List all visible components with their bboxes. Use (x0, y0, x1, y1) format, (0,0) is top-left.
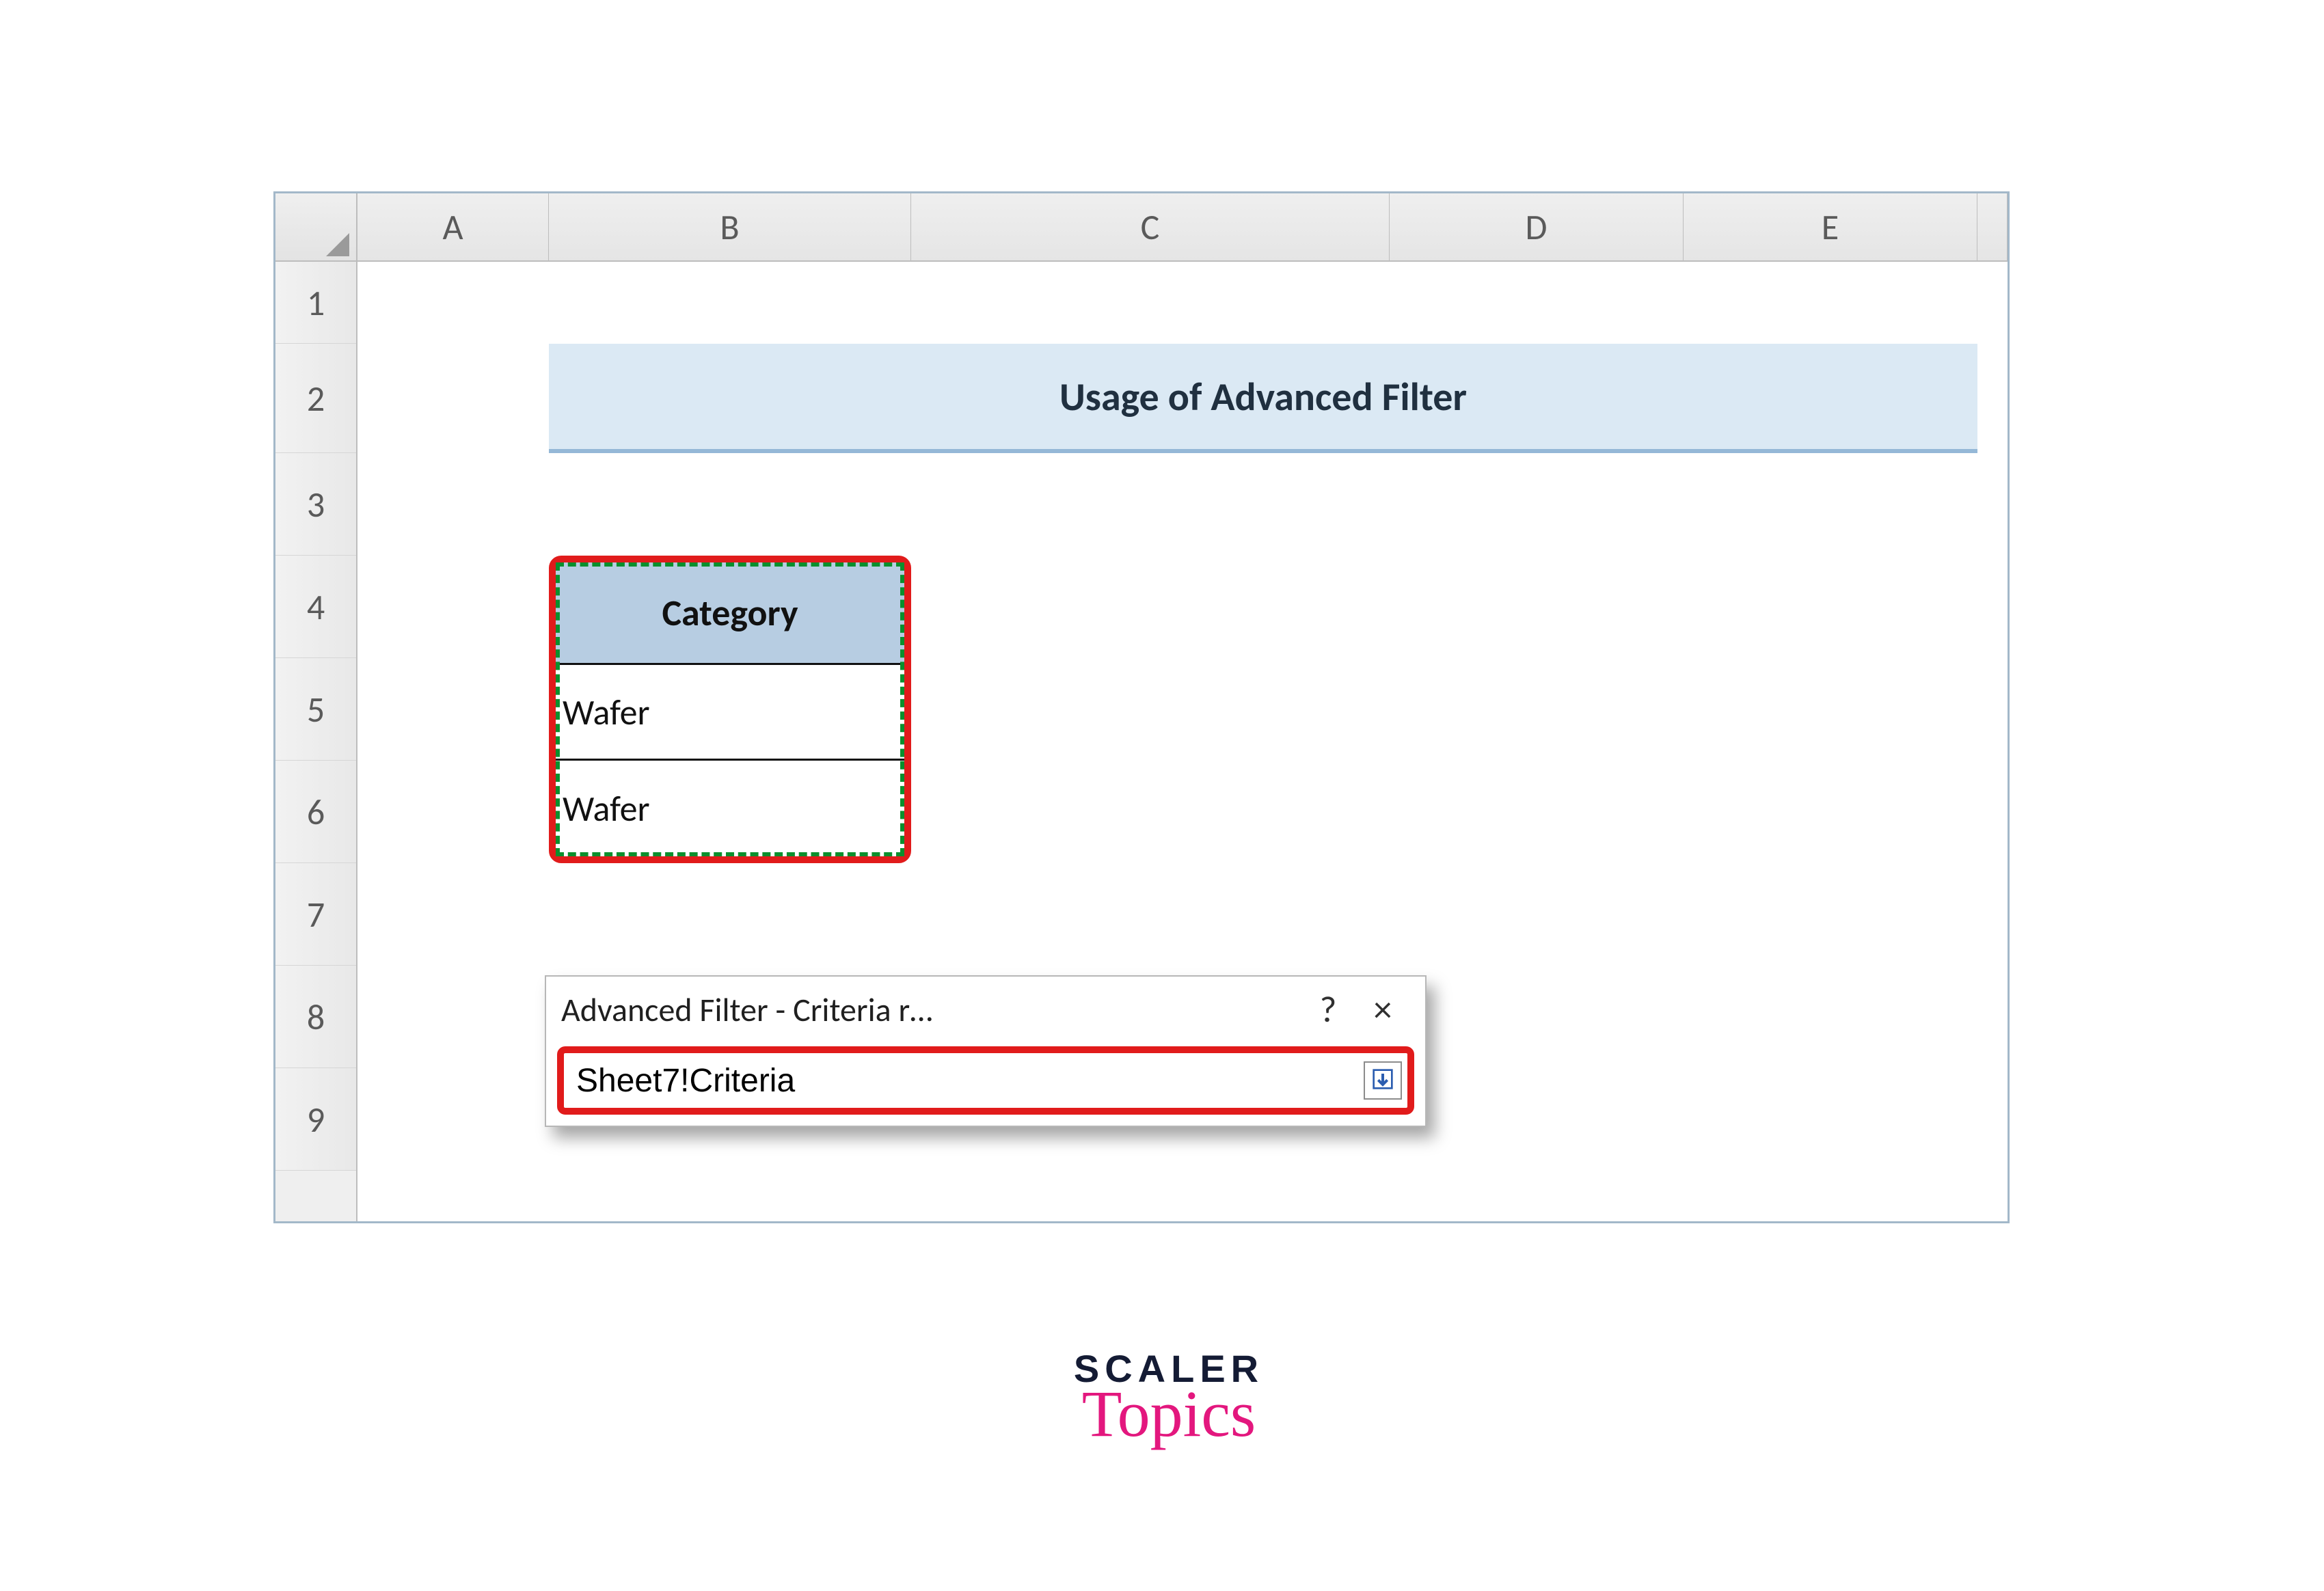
criteria-header-cell[interactable]: Category (556, 562, 904, 665)
expand-arrow-icon (1372, 1068, 1394, 1093)
row-header-1[interactable]: 1 (275, 262, 356, 344)
column-header-A[interactable]: A (357, 193, 549, 260)
dialog-titlebar[interactable]: Advanced Filter - Criteria r… ? × (546, 977, 1425, 1042)
column-header-E[interactable]: E (1684, 193, 1977, 260)
criteria-range-input[interactable] (576, 1062, 1364, 1100)
excel-window: A B C D E 1 2 3 4 5 6 7 8 9 Usage of Adv… (273, 191, 2010, 1223)
scaler-topics-logo: SCALER Topics (1012, 1346, 1326, 1452)
cells-area[interactable]: Usage of Advanced Filter Category Wafer … (357, 262, 2008, 1221)
column-header-D[interactable]: D (1390, 193, 1684, 260)
title-banner-cell: Usage of Advanced Filter (549, 344, 1977, 453)
row-header-7[interactable]: 7 (275, 863, 356, 966)
dialog-help-button[interactable]: ? (1301, 987, 1355, 1032)
brand-line2: Topics (1012, 1376, 1326, 1452)
select-all-corner[interactable] (275, 193, 357, 260)
dialog-close-button[interactable]: × (1355, 987, 1410, 1032)
criteria-value-cell[interactable]: Wafer (556, 761, 904, 856)
row-header-2[interactable]: 2 (275, 344, 356, 453)
column-header-blank (1977, 193, 2008, 260)
row-header-5[interactable]: 5 (275, 658, 356, 761)
row-header-3[interactable]: 3 (275, 453, 356, 556)
expand-dialog-button[interactable] (1364, 1061, 1402, 1100)
row-header-6[interactable]: 6 (275, 761, 356, 863)
column-header-row: A B C D E (275, 193, 2008, 262)
column-header-B[interactable]: B (549, 193, 911, 260)
row-header-8[interactable]: 8 (275, 966, 356, 1068)
criteria-range-selection[interactable]: Category Wafer Wafer (549, 556, 911, 863)
dialog-title: Advanced Filter - Criteria r… (561, 990, 1301, 1030)
row-header-4[interactable]: 4 (275, 556, 356, 658)
advanced-filter-criteria-dialog[interactable]: Advanced Filter - Criteria r… ? × (545, 975, 1427, 1127)
row-header-9[interactable]: 9 (275, 1068, 356, 1171)
criteria-value-cell[interactable]: Wafer (556, 665, 904, 761)
row-header-strip: 1 2 3 4 5 6 7 8 9 (275, 262, 357, 1221)
criteria-range-input-row (557, 1046, 1414, 1115)
column-header-C[interactable]: C (911, 193, 1390, 260)
